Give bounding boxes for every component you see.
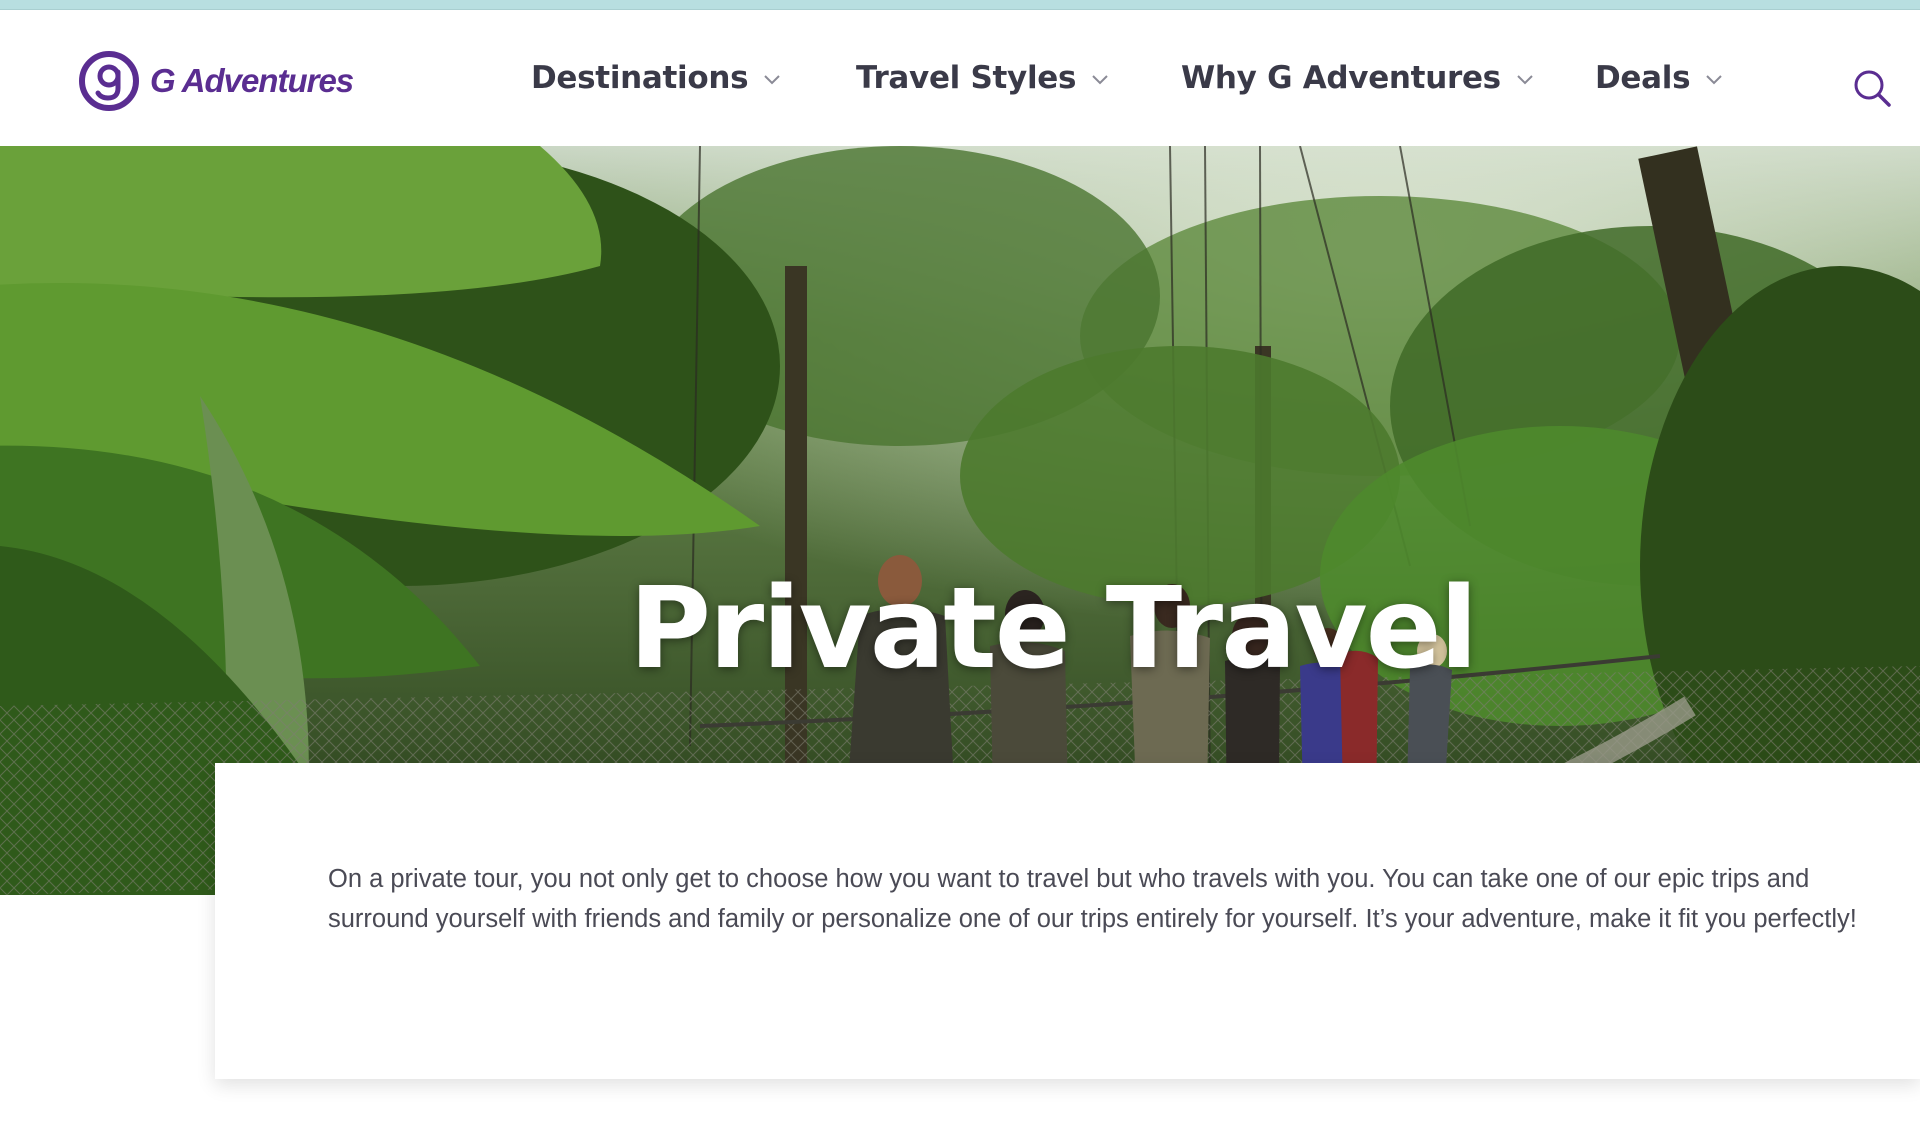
brand-logo[interactable]: G Adventures: [78, 46, 354, 116]
site-header: G Adventures Destinations Travel Styles …: [0, 10, 1920, 146]
intro-card: On a private tour, you not only get to c…: [215, 763, 1920, 1079]
g-logo-icon: [79, 51, 139, 111]
page-title: Private Travel: [628, 564, 1478, 694]
browser-top-strip: [0, 0, 1920, 10]
intro-paragraph: On a private tour, you not only get to c…: [328, 865, 1857, 933]
chevron-down-icon: [764, 75, 781, 85]
nav-label: Why G Adventures: [1181, 60, 1501, 96]
chevron-down-icon: [1092, 75, 1108, 85]
nav-destinations[interactable]: Destinations: [531, 58, 781, 98]
nav-deals[interactable]: Deals: [1595, 58, 1722, 98]
nav-label: Destinations: [531, 60, 749, 96]
chevron-down-icon: [1706, 75, 1722, 85]
nav-label: Travel Styles: [856, 60, 1077, 96]
search-icon[interactable]: [1852, 68, 1892, 108]
nav-travel-styles[interactable]: Travel Styles: [856, 58, 1108, 98]
brand-name: G Adventures: [150, 62, 354, 99]
nav-label: Deals: [1595, 60, 1691, 96]
chevron-down-icon: [1517, 75, 1533, 85]
nav-why-g-adventures[interactable]: Why G Adventures: [1181, 58, 1533, 98]
